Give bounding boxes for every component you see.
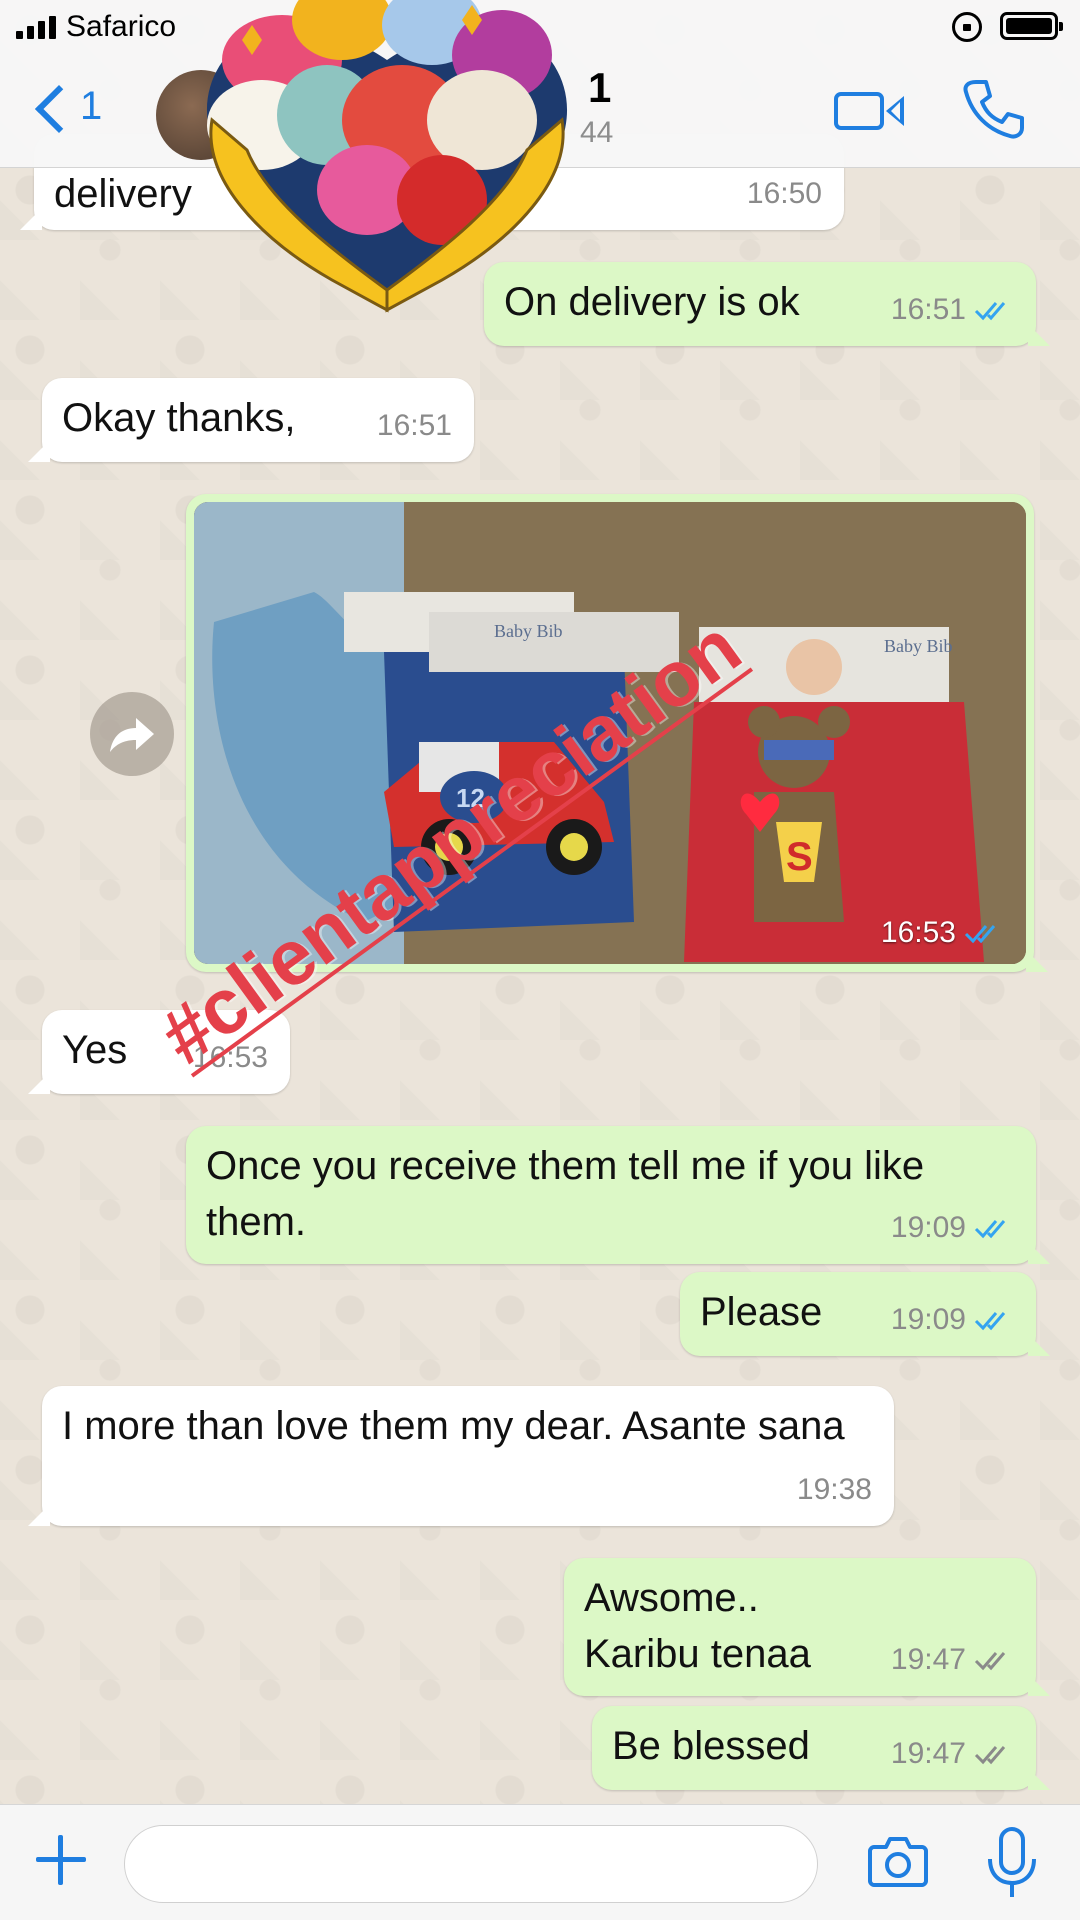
photo-label: Baby Bib: [884, 636, 953, 656]
carrier-name: Safarico: [66, 10, 177, 43]
delivered-receipt-icon: [974, 1746, 1006, 1765]
message-bubble[interactable]: Okay thanks, 16:51: [28, 378, 474, 462]
message-time: 19:09: [890, 1303, 966, 1336]
message-time: 19:09: [890, 1211, 966, 1244]
delivered-receipt-icon: [974, 1652, 1006, 1671]
message-bubble[interactable]: I more than love them my dear. Asante sa…: [28, 1386, 894, 1526]
forward-button[interactable]: [90, 692, 174, 776]
back-chevron-icon: [34, 84, 84, 134]
message-input[interactable]: [124, 1825, 818, 1903]
camera-button[interactable]: [868, 1835, 928, 1887]
signal-icon: [16, 16, 56, 39]
microphone-icon: [988, 1827, 1036, 1897]
message-time: 19:47: [890, 1643, 966, 1676]
message-bubble[interactable]: Be blessed 19:47: [592, 1706, 1050, 1790]
orientation-lock-icon: [952, 12, 982, 42]
read-receipt-icon: [964, 925, 996, 944]
plus-icon[interactable]: [36, 1835, 86, 1885]
video-call-button[interactable]: [834, 88, 904, 134]
video-call-icon: [834, 92, 884, 130]
battery-icon: [1000, 12, 1063, 40]
photo-label: Baby Bib: [494, 621, 563, 641]
composer-bar: [0, 1804, 1080, 1920]
message-bubble[interactable]: Awsome.. Karibu tenaa 19:47: [564, 1558, 1050, 1696]
microphone-button[interactable]: [984, 1827, 1040, 1901]
message-time: 16:53: [880, 916, 956, 949]
message-meta: 16:50: [747, 166, 822, 222]
message-meta: 16:51: [891, 282, 1014, 338]
read-receipt-icon: [974, 1312, 1006, 1331]
message-time: 19:38: [796, 1473, 872, 1506]
photo-label: S: [786, 835, 813, 879]
phone-call-button[interactable]: [958, 74, 1028, 144]
message-meta: 19:47: [891, 1726, 1014, 1782]
phone-icon: [963, 80, 1024, 139]
message-bubble[interactable]: Once you receive them tell me if you lik…: [186, 1126, 1050, 1264]
message-meta: 16:51: [377, 398, 452, 454]
message-meta: 19:47: [891, 1632, 1014, 1688]
message-meta: 19:09: [891, 1292, 1014, 1348]
message-time: 19:47: [890, 1737, 966, 1770]
message-bubble[interactable]: Please 19:09: [680, 1272, 1050, 1356]
back-button[interactable]: 1: [28, 80, 108, 140]
message-time: 16:51: [376, 409, 452, 442]
message-text: I more than love them my dear. Asante sa…: [62, 1404, 845, 1448]
message-time: 16:50: [746, 177, 822, 210]
read-receipt-icon: [974, 1220, 1006, 1239]
message-meta: 16:53: [881, 916, 1004, 950]
forward-icon: [110, 718, 154, 752]
message-meta: 19:38: [797, 1462, 872, 1518]
read-receipt-icon: [974, 302, 1006, 321]
message-meta: 19:09: [891, 1200, 1014, 1256]
unread-count: 1: [80, 84, 103, 128]
camera-icon: [868, 1837, 928, 1887]
message-time: 16:51: [890, 293, 966, 326]
heart-hands-sticker: [206, 0, 568, 313]
